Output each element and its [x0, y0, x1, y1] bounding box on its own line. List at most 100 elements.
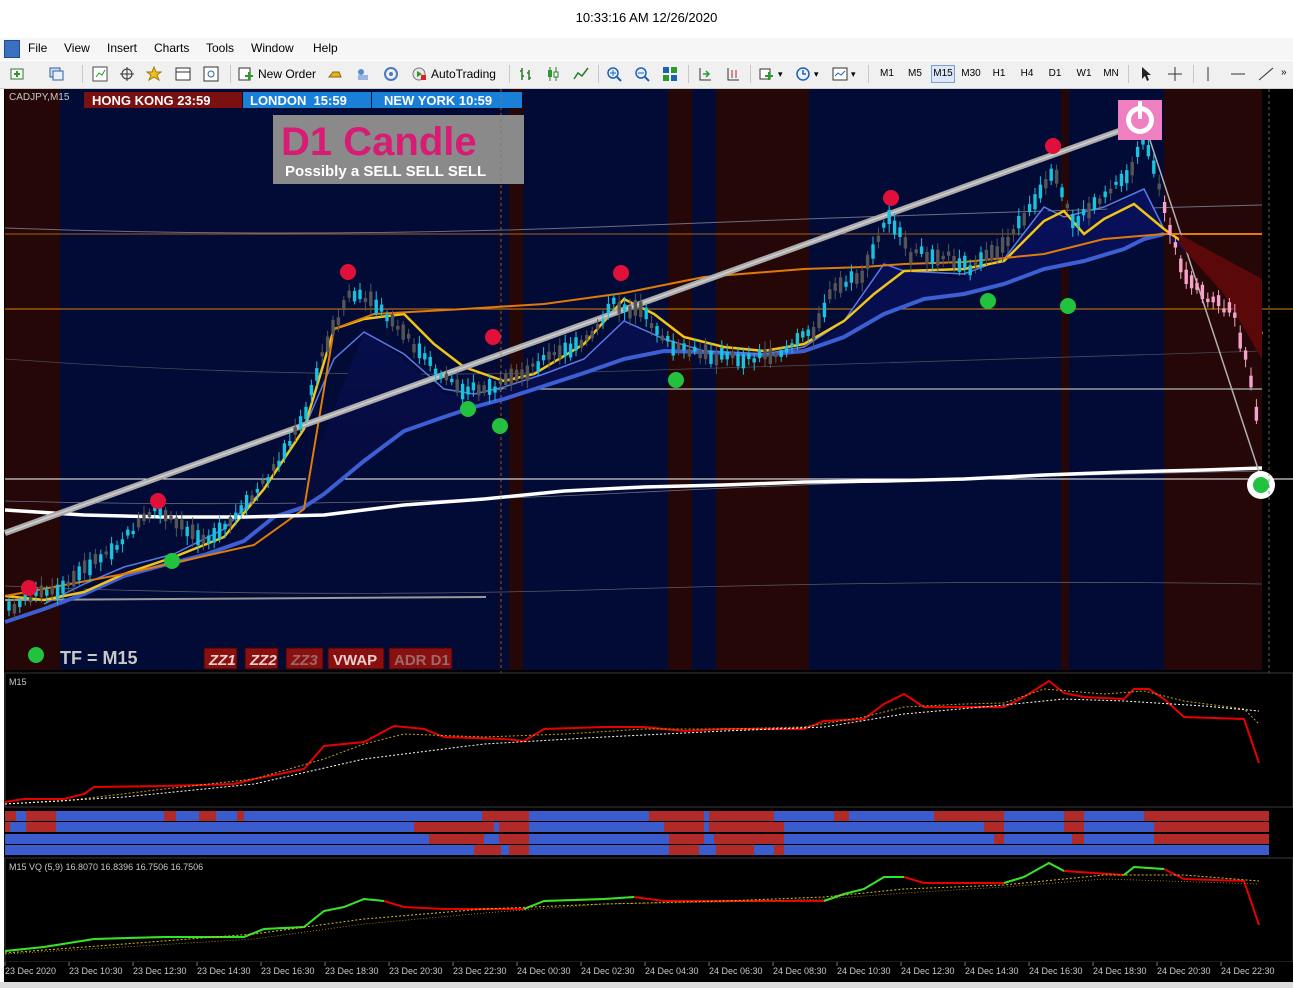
candle-body: [331, 319, 335, 335]
candle-body: [347, 290, 351, 298]
candle-body: [622, 304, 627, 312]
candle-body: [93, 553, 98, 565]
zz3-label: ZZ3: [290, 652, 318, 669]
profiles-icon[interactable]: [48, 66, 64, 82]
candle-body: [55, 584, 60, 600]
strength-bar-segment: [1084, 811, 1144, 821]
candle-body: [822, 302, 827, 318]
candle-body: [174, 517, 179, 529]
timeframe-h4[interactable]: H4: [1016, 68, 1038, 79]
terminal-icon[interactable]: [175, 66, 191, 82]
timeframe-m30[interactable]: M30: [960, 68, 982, 79]
market-watch-icon[interactable]: [92, 66, 108, 82]
templates-icon[interactable]: [832, 66, 848, 82]
zz1-label: ZZ1: [208, 652, 236, 669]
bar-chart-icon[interactable]: [518, 66, 534, 82]
menu-help[interactable]: Help: [313, 41, 338, 55]
new-order-icon[interactable]: [238, 66, 254, 82]
timeframe-m1[interactable]: M1: [876, 68, 898, 79]
vertical-line-icon[interactable]: [1200, 66, 1216, 82]
candlestick-icon[interactable]: [545, 66, 561, 82]
strength-bar-segment: [1004, 811, 1064, 821]
zoom-out-icon[interactable]: [634, 66, 650, 82]
candle-body: [1038, 184, 1043, 199]
strategy-tester-icon[interactable]: [203, 66, 219, 82]
strength-bar-segment: [774, 845, 784, 855]
candle-body: [1173, 242, 1178, 248]
timeframe-h1[interactable]: H1: [988, 68, 1010, 79]
gold-bars-icon[interactable]: [327, 66, 343, 82]
strength-bar-segment: [482, 811, 529, 821]
menu-tools[interactable]: Tools: [206, 41, 234, 55]
candle-body: [1044, 179, 1048, 189]
candle-body: [887, 209, 891, 225]
candle-body: [412, 344, 416, 353]
community-icon[interactable]: [355, 66, 371, 82]
candle-body: [833, 283, 837, 291]
new-order-button[interactable]: New Order: [258, 67, 316, 81]
candle-body: [423, 353, 427, 360]
menu-view[interactable]: View: [64, 41, 90, 55]
zoom-in-icon[interactable]: [606, 66, 622, 82]
autotrading-button[interactable]: AutoTrading: [431, 67, 496, 81]
menu-insert[interactable]: Insert: [107, 41, 137, 55]
tile-windows-icon[interactable]: [662, 66, 678, 82]
strength-bar-segment: [494, 822, 499, 832]
autoscroll-icon[interactable]: [697, 66, 713, 82]
chart-window[interactable]: CADJPY,M15 HONG KONG 23:59 LONDON 15:59 …: [3, 89, 1293, 982]
strength-bar-segment: [1154, 834, 1269, 844]
strength-bar-segment: [164, 811, 176, 821]
indicators-dropdown-icon[interactable]: ▾: [778, 69, 783, 80]
horizontal-line-icon[interactable]: [1230, 66, 1246, 82]
candle-body: [298, 416, 303, 430]
cursor-icon[interactable]: [1138, 66, 1154, 82]
menu-file[interactable]: File: [28, 41, 47, 55]
indicator-panel-m15: M15: [4, 672, 1293, 808]
trendline-icon[interactable]: [1258, 66, 1274, 82]
templates-dropdown-icon[interactable]: ▾: [851, 69, 856, 80]
candle-body: [1152, 160, 1156, 174]
chart-canvas[interactable]: CADJPY,M15 HONG KONG 23:59 LONDON 15:59 …: [3, 89, 1293, 982]
time-axis-label: 24 Dec 02:30: [581, 966, 635, 976]
candle-body: [1184, 269, 1188, 285]
panel3-label: M15 VQ (5,9) 16.8070 16.8396 16.7506 16.…: [9, 862, 203, 872]
candle-body: [1054, 169, 1059, 184]
timeframe-mn[interactable]: MN: [1100, 68, 1122, 79]
toolbar-overflow-icon[interactable]: »: [1281, 67, 1287, 78]
line-chart-icon[interactable]: [573, 66, 589, 82]
crosshair-icon[interactable]: [1167, 66, 1183, 82]
candle-body: [882, 222, 886, 228]
candle-body: [493, 386, 497, 393]
tf-label: TF = M15: [60, 648, 138, 668]
indicators-icon[interactable]: [759, 66, 775, 82]
down-signal-dot: [21, 580, 37, 596]
timeframe-w1[interactable]: W1: [1073, 68, 1095, 79]
signal-icon[interactable]: [383, 66, 399, 82]
favorites-icon[interactable]: [146, 66, 162, 82]
candle-body: [266, 477, 270, 482]
candle-body: [169, 515, 173, 520]
menu-window[interactable]: Window: [251, 41, 294, 55]
timeframe-m5[interactable]: M5: [904, 68, 926, 79]
periods-clock-icon[interactable]: [795, 66, 811, 82]
candle-body: [207, 535, 211, 544]
menu-charts[interactable]: Charts: [154, 41, 189, 55]
app-icon[interactable]: [4, 40, 20, 58]
crosshair-nav-icon[interactable]: [119, 66, 135, 82]
autotrading-icon[interactable]: [411, 66, 427, 82]
timeframe-m15[interactable]: M15: [931, 65, 955, 83]
candle-body: [849, 271, 854, 283]
session-hong-kong: HONG KONG 23:59: [92, 93, 210, 108]
timeframe-d1[interactable]: D1: [1044, 68, 1066, 79]
candle-body: [655, 326, 659, 336]
window-titlebar: 10:33:16 AM 12/26/2020: [0, 0, 1293, 36]
candle-body: [806, 329, 810, 337]
panel1-label: M15: [9, 677, 27, 687]
periods-dropdown-icon[interactable]: ▾: [814, 69, 819, 80]
chart-shift-icon[interactable]: [725, 66, 741, 82]
strength-bar-segment: [784, 845, 1269, 855]
new-chart-icon[interactable]: [10, 66, 26, 82]
time-axis-label: 23 Dec 18:30: [325, 966, 379, 976]
candle-body: [552, 352, 557, 356]
strength-bar-segment: [429, 834, 484, 844]
